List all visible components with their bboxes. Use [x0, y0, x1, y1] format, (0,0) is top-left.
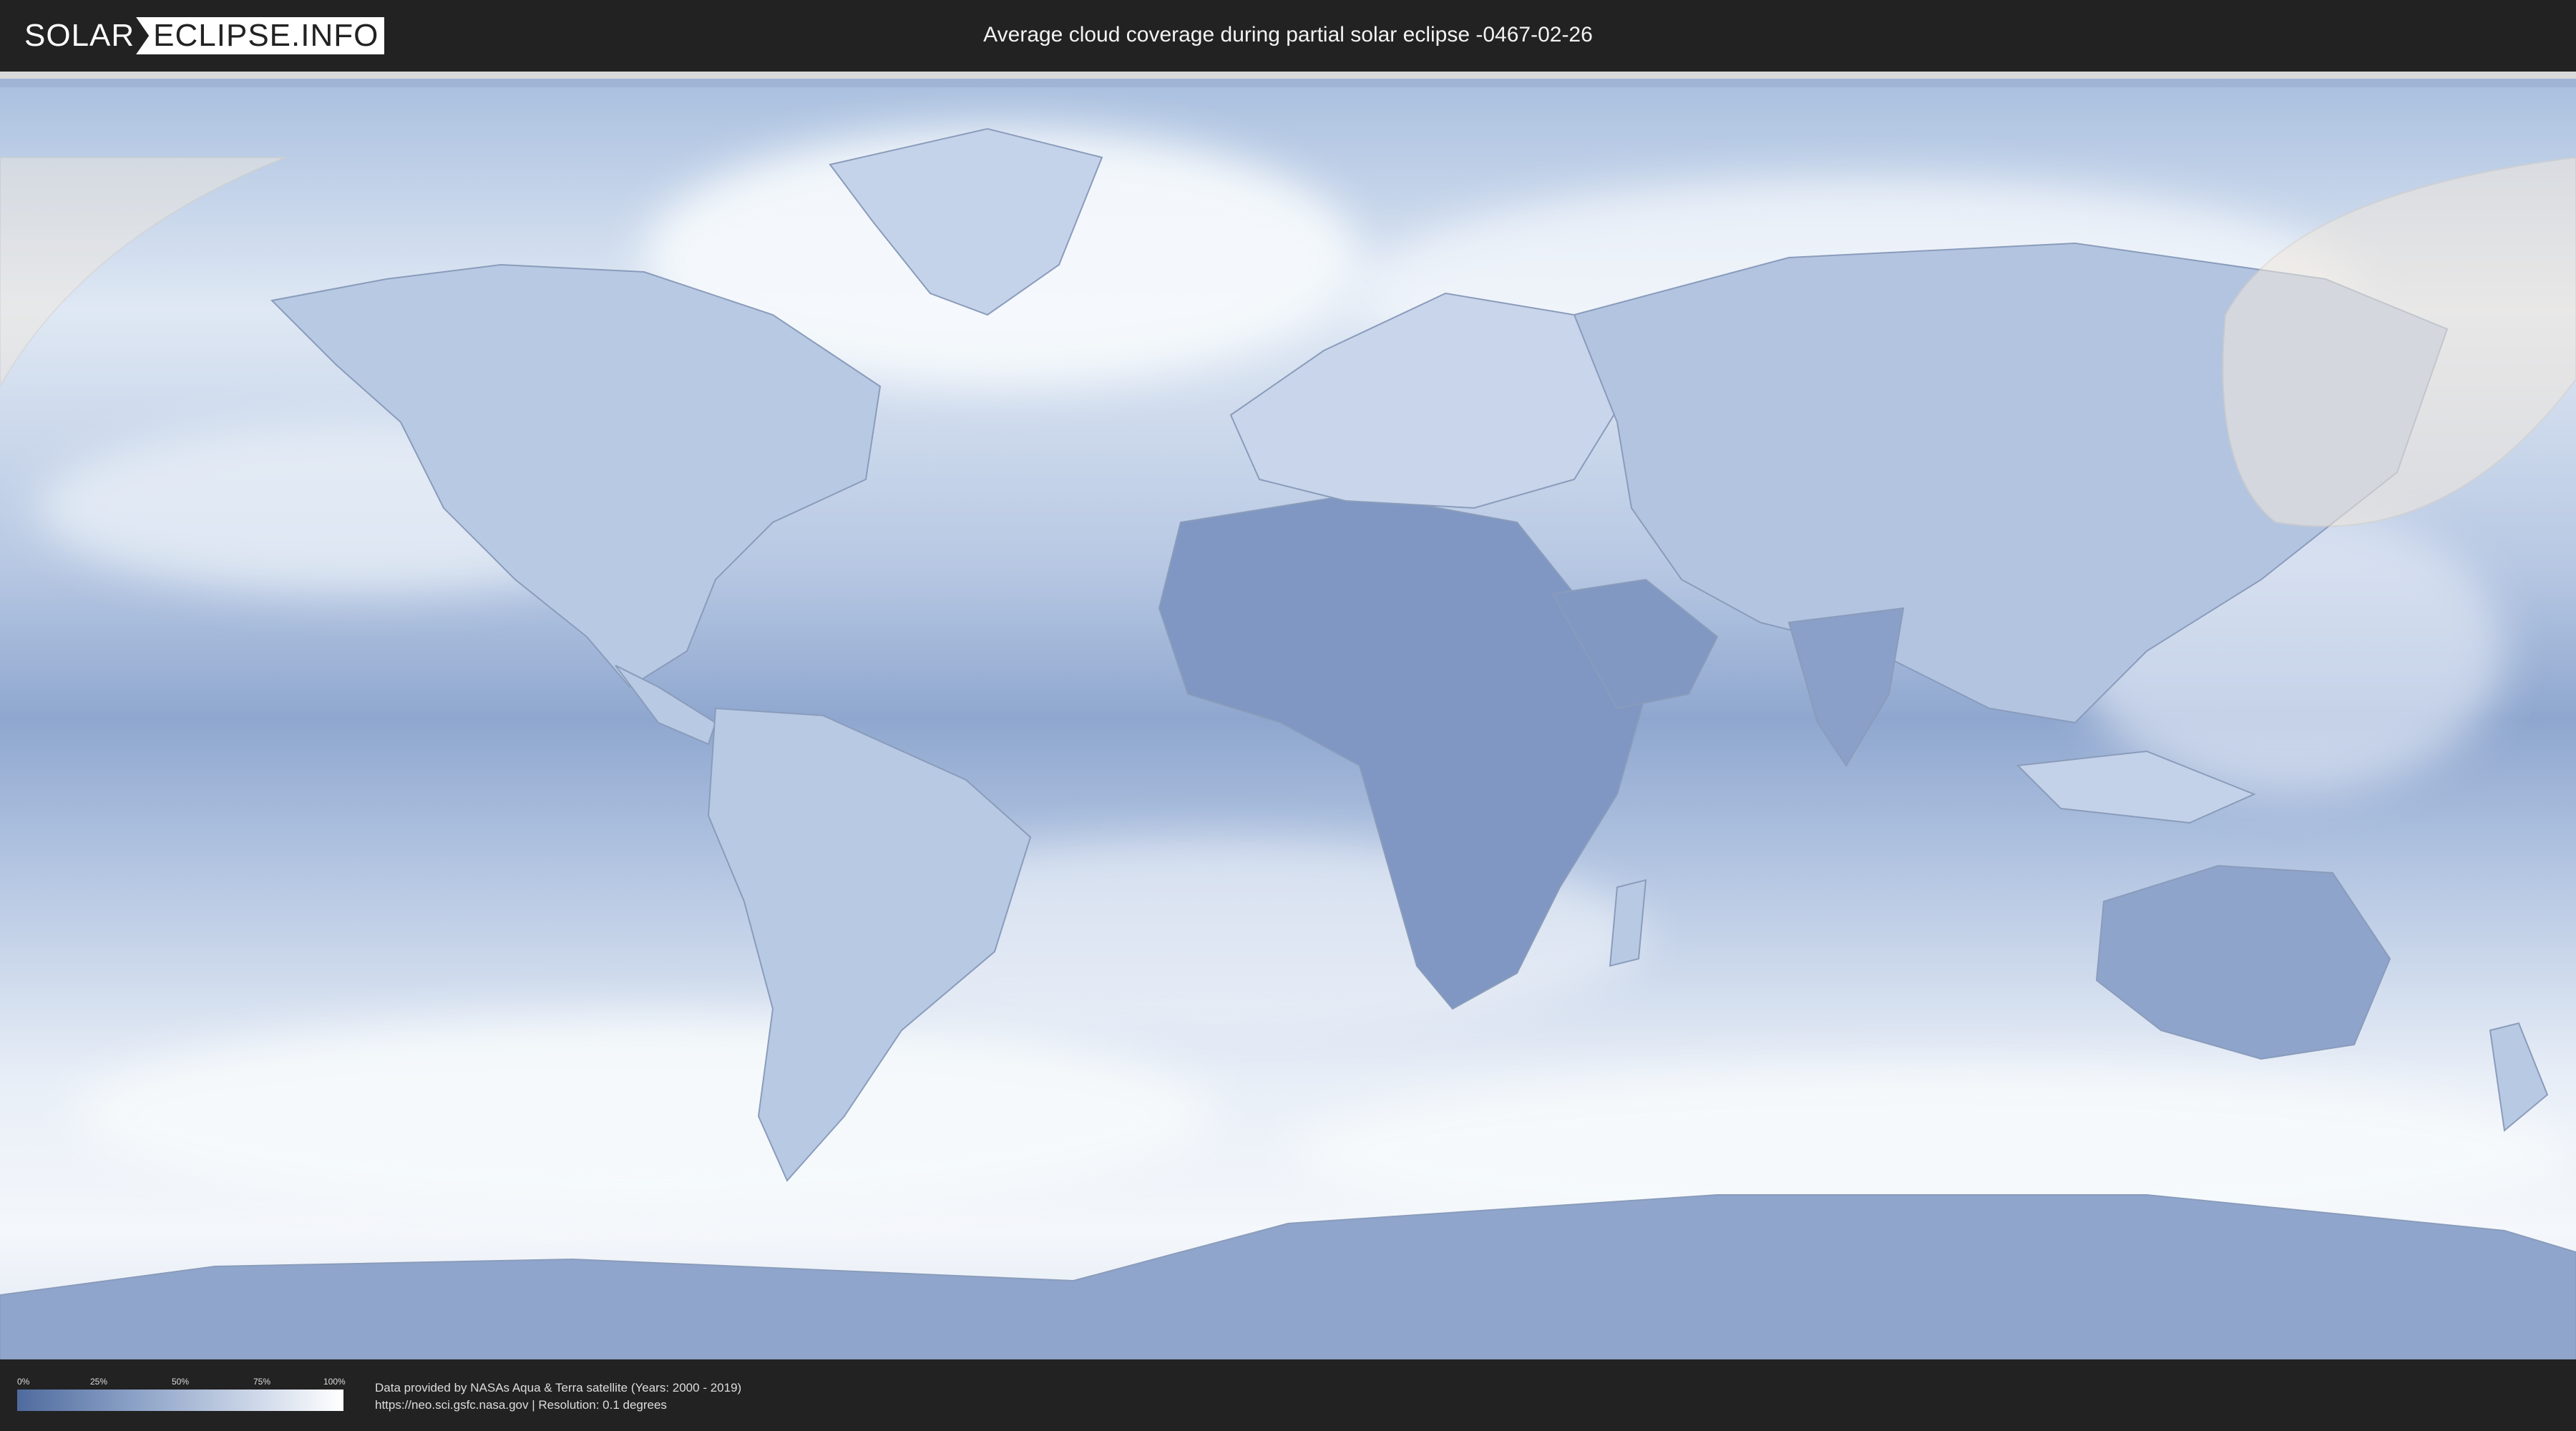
cloud-coverage-legend: 0% 25% 50% 75% 100% [17, 1377, 346, 1411]
legend-tick-25: 25% [90, 1377, 108, 1387]
cloud-coverage-map[interactable] [0, 79, 2576, 1359]
map-top-edge [0, 79, 2576, 87]
legend-ticks: 0% 25% 50% 75% 100% [17, 1377, 346, 1391]
credits-line-2: https://neo.sci.gsfc.nasa.gov | Resoluti… [375, 1398, 667, 1412]
legend-gradient-bar [17, 1390, 343, 1411]
footer-bar: 0% 25% 50% 75% 100% Data provided by NAS… [0, 1359, 2576, 1431]
page-title: Average cloud coverage during partial so… [983, 23, 1593, 47]
legend-tick-100: 100% [323, 1377, 346, 1387]
legend-tick-0: 0% [17, 1377, 30, 1387]
credits-line-1: Data provided by NASAs Aqua & Terra sate… [375, 1381, 742, 1395]
legend-tick-50: 50% [172, 1377, 190, 1387]
header-bar: SOLAR ECLIPSE.INFO Average cloud coverag… [0, 0, 2576, 72]
map-frame [0, 72, 2576, 1359]
legend-tick-75: 75% [253, 1377, 271, 1387]
data-credits: Data provided by NASAs Aqua & Terra sate… [375, 1379, 741, 1414]
